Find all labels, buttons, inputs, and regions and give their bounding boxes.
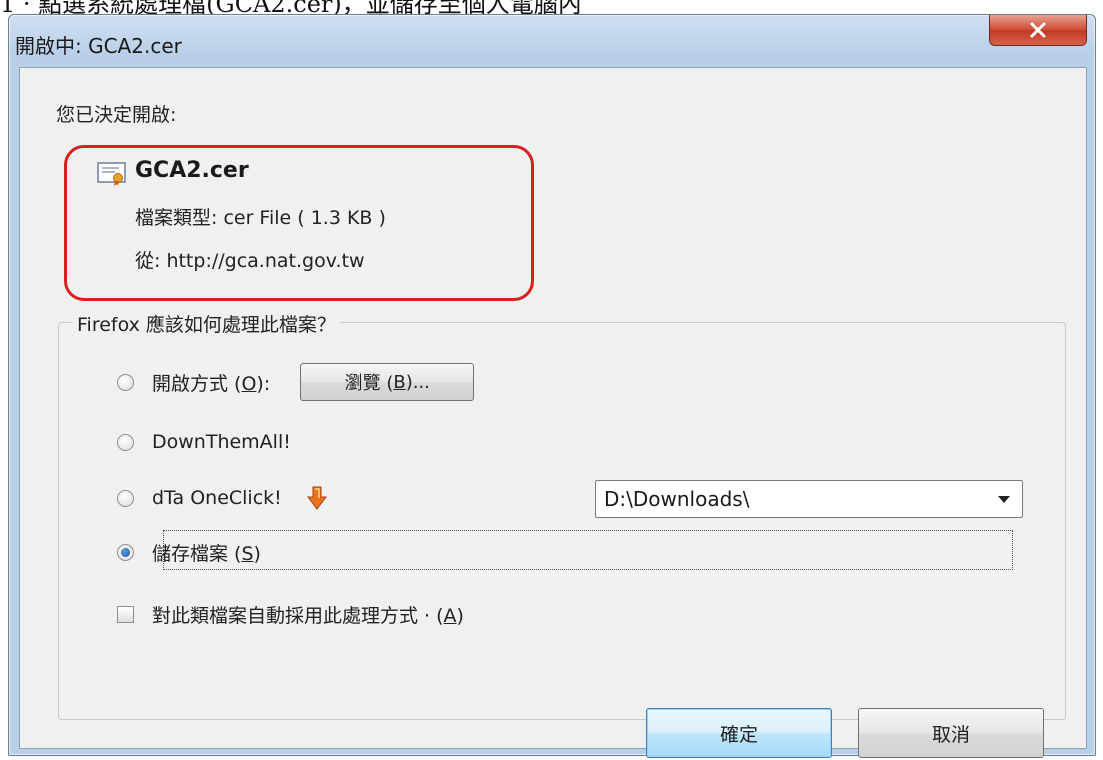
option-open-with: 開啟方式 (O): 瀏覽 (B)... xyxy=(59,363,475,401)
option-save-file: 儲存檔案 (S) xyxy=(59,539,261,566)
title-bar[interactable]: 開啟中: GCA2.cer xyxy=(9,15,1095,67)
open-with-label[interactable]: 開啟方式 (O): xyxy=(152,369,270,396)
browse-button[interactable]: 瀏覽 (B)... xyxy=(300,363,475,401)
option-dta-oneclick: dTa OneClick! xyxy=(59,486,328,510)
download-path-select[interactable]: D:\Downloads\ xyxy=(595,480,1023,518)
file-type: 檔案類型: cer File ( 1.3 KB ) xyxy=(135,207,386,229)
file-source: 從: http://gca.nat.gov.tw xyxy=(135,250,365,272)
instruction-caption: 1 · 點選系統處理檔(GCA2.cer)，並儲存至個人電腦內 xyxy=(0,0,582,14)
open-file-dialog: 開啟中: GCA2.cer 您已決定開啟: GCA2.cer 檔案類型: cer… xyxy=(8,14,1096,758)
dta-oneclick-radio[interactable] xyxy=(117,489,134,507)
ok-button[interactable]: 確定 xyxy=(646,708,832,758)
certificate-icon xyxy=(97,162,126,186)
save-file-radio[interactable] xyxy=(117,544,134,561)
close-icon xyxy=(1030,22,1046,38)
cancel-button[interactable]: 取消 xyxy=(858,708,1044,758)
window-title: 開啟中: GCA2.cer xyxy=(15,34,182,58)
downthemall-radio[interactable] xyxy=(117,433,134,451)
file-name: GCA2.cer xyxy=(135,158,249,183)
save-file-focus-rect xyxy=(163,530,1013,570)
download-arrow-icon xyxy=(306,486,327,510)
close-button[interactable] xyxy=(989,15,1087,46)
auto-apply-checkbox[interactable] xyxy=(117,606,134,623)
handling-options-group: Firefox 應該如何處理此檔案？ 開啟方式 (O): 瀏覽 (B)... D… xyxy=(58,310,1066,720)
group-legend: Firefox 應該如何處理此檔案？ xyxy=(73,310,340,337)
file-info-highlight: GCA2.cer 檔案類型: cer File ( 1.3 KB ) 從: ht… xyxy=(64,145,534,301)
option-downthemall: DownThemAll! xyxy=(59,431,291,453)
save-file-label[interactable]: 儲存檔案 (S) xyxy=(152,539,261,566)
option-auto-apply: 對此類檔案自動採用此處理方式 · (A) xyxy=(59,601,464,628)
downthemall-label[interactable]: DownThemAll! xyxy=(152,431,291,453)
decided-label: 您已決定開啟: xyxy=(56,104,177,126)
download-path-value: D:\Downloads\ xyxy=(604,487,750,511)
dta-oneclick-label[interactable]: dTa OneClick! xyxy=(152,487,282,509)
chevron-down-icon xyxy=(998,496,1010,503)
dialog-content: 您已決定開啟: GCA2.cer 檔案類型: cer File ( 1.3 KB… xyxy=(19,67,1087,758)
auto-apply-label[interactable]: 對此類檔案自動採用此處理方式 · (A) xyxy=(152,601,464,628)
open-with-radio[interactable] xyxy=(117,373,134,391)
